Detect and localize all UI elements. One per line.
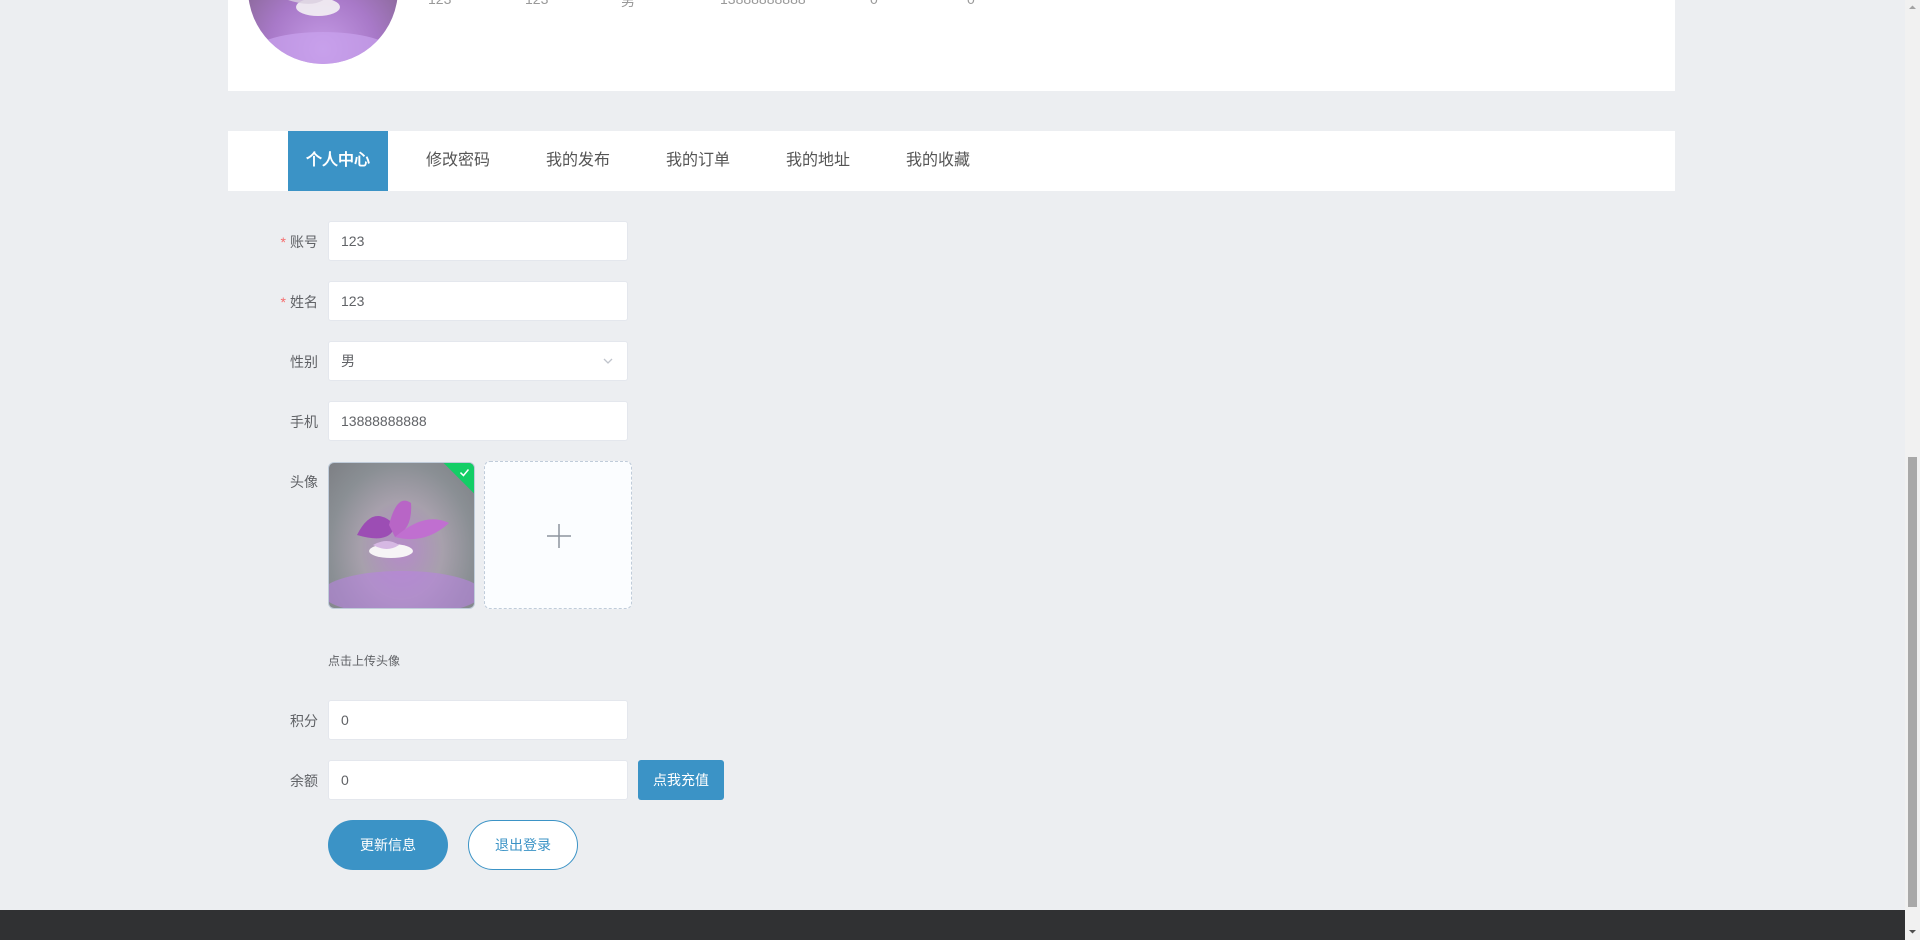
scrollbar-thumb[interactable] [1908,457,1917,907]
update-info-button[interactable]: 更新信息 [328,820,448,870]
account-label: * 账号 [280,234,318,250]
stat-gender: 男 [621,0,635,9]
gender-select-value: 男 [341,353,355,369]
flower-image [329,500,474,608]
points-label: 积分 [290,713,318,729]
name-label: * 姓名 [280,294,318,310]
stat-balance: 0 [967,0,975,7]
avatar-label: 头像 [290,474,318,490]
gender-select[interactable]: 男 [328,341,628,381]
page-footer [0,910,1905,940]
vertical-scrollbar[interactable] [1905,0,1920,940]
points-input[interactable] [328,700,628,740]
phone-input[interactable] [328,401,628,441]
avatar-upload-button[interactable] [484,461,632,609]
balance-label: 余额 [290,773,318,789]
tab-bar: 个人中心 修改密码 我的发布 我的订单 我的地址 我的收藏 [228,131,1675,191]
tab-my-addresses[interactable]: 我的地址 [768,131,868,191]
tab-my-posts[interactable]: 我的发布 [528,131,628,191]
stat-phone: 13888888888 [720,0,806,7]
name-input[interactable] [328,281,628,321]
logout-button[interactable]: 退出登录 [468,820,578,870]
gender-label: 性别 [290,354,318,370]
account-input[interactable] [328,221,628,261]
required-asterisk: * [280,234,286,250]
stat-points: 0 [870,0,878,7]
profile-avatar [248,0,398,64]
phone-label: 手机 [290,414,318,430]
tab-profile-center[interactable]: 个人中心 [288,131,388,191]
check-icon [459,469,470,477]
scroll-down-icon[interactable] [1908,927,1917,936]
scroll-up-icon[interactable] [1908,3,1917,12]
stat-name: 123 [525,0,548,7]
stat-account: 123 [428,0,451,7]
avatar-uploaded-thumbnail[interactable] [328,462,475,609]
avatar-upload-hint: 点击上传头像 [328,654,401,668]
plus-icon [547,524,571,548]
recharge-button[interactable]: 点我充值 [638,760,724,800]
tab-change-password[interactable]: 修改密码 [408,131,508,191]
tab-my-favorites[interactable]: 我的收藏 [888,131,988,191]
profile-card: 123 123 男 13888888888 0 0 [228,0,1675,91]
tab-my-orders[interactable]: 我的订单 [648,131,748,191]
flower-image [253,0,393,64]
chevron-down-icon [603,358,613,364]
balance-input[interactable] [328,760,628,800]
required-asterisk: * [280,294,286,310]
